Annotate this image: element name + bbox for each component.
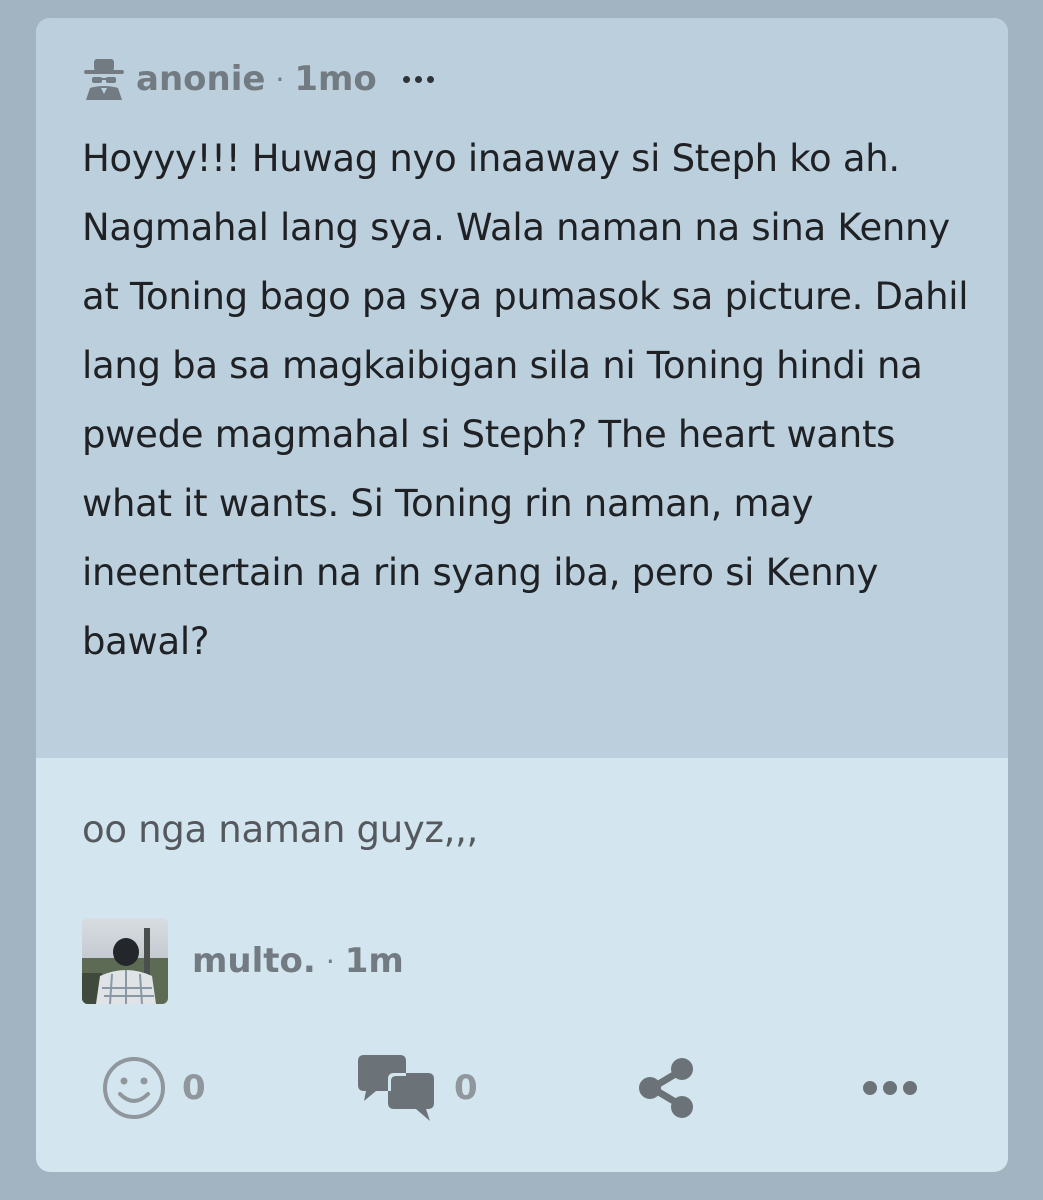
- post-body: Hoyyy!!! Huwag nyo inaaway si Steph ko a…: [82, 137, 969, 663]
- more-horizontal-icon: [862, 1078, 918, 1098]
- comment-time: 1m: [344, 941, 404, 981]
- comments-button[interactable]: 0: [354, 1048, 478, 1128]
- post-username[interactable]: anonie: [136, 59, 265, 99]
- post-separator: ·: [275, 62, 285, 96]
- post-header: anonie · 1mo: [82, 54, 434, 104]
- comment-author[interactable]: multo. · 1m: [82, 918, 404, 1004]
- share-button[interactable]: [636, 1048, 696, 1128]
- post-time: 1mo: [294, 59, 377, 99]
- comments-icon: [354, 1055, 438, 1121]
- comment-username[interactable]: multo.: [192, 941, 316, 981]
- post-card: anonie · 1mo Hoyyy!!! Huwag nyo inaaway …: [36, 18, 1008, 1172]
- avatar[interactable]: [82, 918, 168, 1004]
- post-section: anonie · 1mo Hoyyy!!! Huwag nyo inaaway …: [36, 18, 1008, 758]
- reaction-count: 0: [182, 1068, 206, 1108]
- spy-icon: [82, 58, 126, 100]
- comment-separator: ·: [325, 944, 335, 978]
- comment-text: oo nga naman guyz,,,: [82, 808, 478, 851]
- reaction-button[interactable]: 0: [102, 1048, 206, 1128]
- comments-count: 0: [454, 1068, 478, 1108]
- smiley-icon: [102, 1056, 166, 1120]
- more-actions-button[interactable]: [862, 1048, 918, 1128]
- action-bar: 0 0: [36, 1048, 1008, 1128]
- more-horizontal-icon[interactable]: [402, 75, 434, 83]
- share-icon: [636, 1058, 696, 1118]
